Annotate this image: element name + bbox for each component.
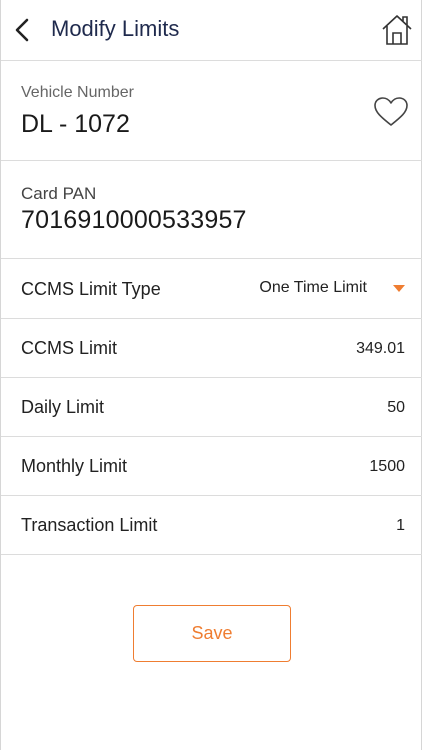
favorite-button[interactable]	[373, 96, 409, 128]
row-ccms-limit-type: CCMS Limit Type One Time Limit	[1, 260, 422, 319]
chevron-left-icon	[15, 18, 29, 42]
limit-type-dropdown[interactable]: One Time Limit	[235, 272, 405, 306]
transaction-limit-label: Transaction Limit	[21, 515, 158, 535]
home-button[interactable]	[381, 13, 413, 47]
vehicle-number-value: DL - 1072	[21, 110, 130, 138]
ccms-limit-value[interactable]: 349.01	[356, 340, 405, 358]
row-ccms-limit[interactable]: CCMS Limit 349.01	[1, 319, 422, 378]
header-bar: Modify Limits	[1, 0, 422, 61]
card-pan-label: Card PAN	[21, 184, 97, 203]
transaction-limit-value[interactable]: 1	[396, 517, 405, 535]
ccms-limit-label: CCMS Limit	[21, 338, 118, 358]
caret-down-icon	[393, 285, 405, 292]
save-button[interactable]: Save	[133, 605, 291, 662]
daily-limit-label: Daily Limit	[21, 397, 105, 417]
row-monthly-limit[interactable]: Monthly Limit 1500	[1, 437, 422, 496]
limit-type-selected: One Time Limit	[259, 279, 367, 296]
ccms-limit-type-label: CCMS Limit Type	[21, 279, 161, 299]
vehicle-number-label: Vehicle Number	[21, 84, 134, 101]
card-pan-value: 7016910000533957	[21, 206, 247, 234]
row-transaction-limit[interactable]: Transaction Limit 1	[1, 496, 422, 555]
vehicle-section: Vehicle Number DL - 1072	[1, 62, 422, 161]
card-section: Card PAN 7016910000533957	[1, 162, 422, 259]
daily-limit-value[interactable]: 50	[387, 399, 405, 417]
app-screen: Modify Limits Vehicle Number DL - 1072 C…	[0, 0, 422, 750]
monthly-limit-label: Monthly Limit	[21, 456, 128, 476]
back-button[interactable]	[9, 14, 37, 46]
heart-outline-icon	[374, 97, 408, 126]
home-icon	[382, 15, 412, 45]
page-title: Modify Limits	[51, 16, 180, 41]
monthly-limit-value[interactable]: 1500	[369, 458, 405, 476]
row-daily-limit[interactable]: Daily Limit 50	[1, 378, 422, 437]
